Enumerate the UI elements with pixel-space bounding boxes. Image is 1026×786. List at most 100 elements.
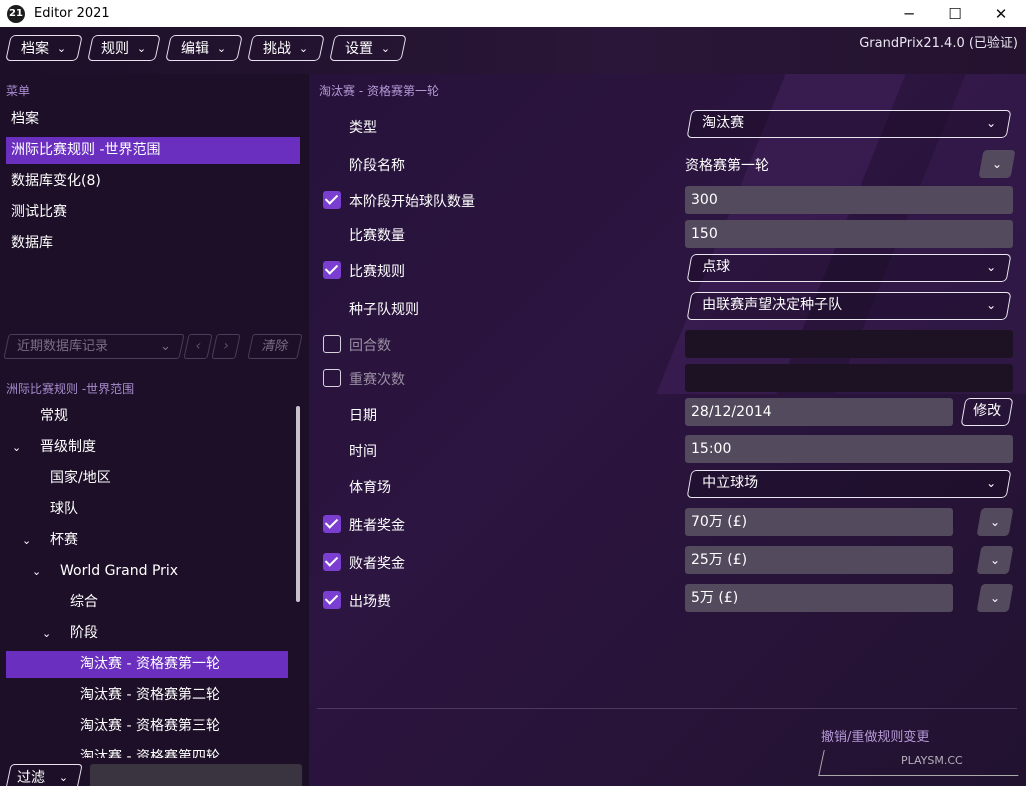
type-label: 类型 bbox=[349, 120, 377, 136]
appearance-fee-label: 出场费 bbox=[349, 594, 391, 610]
settings-menu-button[interactable]: 设置 ⌄ bbox=[329, 35, 407, 61]
tree-item-qualifier-round-4[interactable]: 淘汰赛 - 资格赛第四轮 bbox=[80, 744, 220, 758]
chevron-down-icon: ⌄ bbox=[57, 41, 67, 55]
match-rules-label: 比赛规则 bbox=[349, 264, 405, 280]
winner-prize-label: 胜者奖金 bbox=[349, 518, 405, 534]
rounds-checkbox[interactable] bbox=[323, 335, 341, 353]
tree-item-qualifier-round-2[interactable]: 淘汰赛 - 资格赛第二轮 bbox=[80, 682, 220, 709]
stage-name-label: 阶段名称 bbox=[349, 158, 405, 174]
tree-section-title: 洲际比赛规则 -世界范围 bbox=[6, 382, 135, 396]
menu-item-file[interactable]: 档案 bbox=[6, 106, 300, 133]
rounds-label: 回合数 bbox=[349, 338, 391, 354]
filter-input[interactable] bbox=[90, 764, 302, 786]
menu-section-title: 菜单 bbox=[6, 84, 31, 98]
edit-menu-button[interactable]: 编辑 ⌄ bbox=[165, 35, 243, 61]
appearance-fee-checkbox[interactable] bbox=[323, 591, 341, 609]
match-rules-checkbox[interactable] bbox=[323, 261, 341, 279]
rounds-input[interactable] bbox=[685, 330, 1013, 358]
teams-checkbox[interactable] bbox=[323, 191, 341, 209]
tree-item-qualifier-round-1[interactable]: 淘汰赛 - 资格赛第一轮 bbox=[80, 651, 220, 678]
window-title: Editor 2021 bbox=[34, 6, 110, 21]
tree-item-nations[interactable]: 国家/地区 bbox=[50, 465, 111, 492]
chevron-down-icon: ⌄ bbox=[989, 553, 1001, 567]
teams-label: 本阶段开始球队数量 bbox=[349, 194, 475, 210]
modify-date-button[interactable]: 修改 bbox=[960, 398, 1014, 426]
file-menu-button[interactable]: 档案 ⌄ bbox=[5, 35, 83, 61]
winner-prize-input[interactable]: 70万 (£) bbox=[685, 508, 953, 536]
appearance-fee-dropdown[interactable]: ⌄ bbox=[976, 584, 1014, 612]
tree-scrollbar[interactable] bbox=[296, 406, 300, 602]
panel-title: 淘汰赛 - 资格赛第一轮 bbox=[319, 84, 439, 98]
tree-item-qualifier-round-3[interactable]: 淘汰赛 - 资格赛第三轮 bbox=[80, 713, 220, 740]
chevron-down-icon: ⌄ bbox=[986, 298, 997, 312]
replays-checkbox[interactable] bbox=[323, 369, 341, 387]
main-toolbar: 档案 ⌄ 规则 ⌄ 编辑 ⌄ 挑战 ⌄ 设置 ⌄ GrandPrix21.4.0 (已验证… bbox=[0, 27, 1026, 74]
appearance-fee-input[interactable]: 5万 (£) bbox=[685, 584, 953, 612]
tree-item-world-grand-prix[interactable]: ⌄ World Grand Prix bbox=[32, 558, 178, 585]
chevron-down-icon: ⌄ bbox=[991, 157, 1003, 171]
menu-item-continental-rules[interactable]: 洲际比赛规则 -世界范围 bbox=[6, 137, 300, 164]
loser-prize-checkbox[interactable] bbox=[323, 553, 341, 571]
watermark: PLAYSM.CC bbox=[901, 754, 963, 767]
stadium-select[interactable]: 中立球场 ⌄ bbox=[686, 470, 1012, 498]
chevron-down-icon: ⌄ bbox=[989, 515, 1001, 529]
matches-label: 比赛数量 bbox=[349, 228, 405, 244]
winner-prize-dropdown[interactable]: ⌄ bbox=[976, 508, 1014, 536]
chevron-down-icon[interactable]: ⌄ bbox=[12, 434, 30, 461]
chevron-down-icon[interactable]: ⌄ bbox=[42, 620, 60, 647]
stage-editor-panel: 淘汰赛 - 资格赛第一轮 类型 淘汰赛 ⌄ 阶段名称 资格赛第一轮 ⌄ 本阶段开始… bbox=[309, 74, 1026, 786]
stadium-label: 体育场 bbox=[349, 480, 391, 496]
menu-item-db-changes[interactable]: 数据库变化(8) bbox=[6, 168, 300, 195]
loser-prize-input[interactable]: 25万 (£) bbox=[685, 546, 953, 574]
chevron-down-icon: ⌄ bbox=[217, 41, 227, 55]
close-button[interactable]: ✕ bbox=[978, 0, 1024, 27]
app-logo-icon: 21 bbox=[7, 4, 25, 23]
menu-item-test-match[interactable]: 测试比赛 bbox=[6, 199, 300, 226]
tree-item-stages[interactable]: ⌄ 阶段 bbox=[42, 620, 98, 647]
chevron-down-icon: ⌄ bbox=[989, 591, 1001, 605]
chevron-down-icon: ⌄ bbox=[986, 476, 997, 490]
maximize-button[interactable]: ☐ bbox=[932, 0, 978, 27]
undo-redo-link[interactable]: 撤销/重做规则变更 bbox=[821, 726, 929, 745]
tree-item-overview[interactable]: 综合 bbox=[70, 589, 98, 616]
title-bar: 21 Editor 2021 ─ ☐ ✕ bbox=[0, 0, 1026, 27]
teams-input[interactable]: 300 bbox=[685, 186, 1013, 214]
loser-prize-dropdown[interactable]: ⌄ bbox=[976, 546, 1014, 574]
seed-rules-select[interactable]: 由联赛声望决定种子队 ⌄ bbox=[686, 292, 1012, 320]
menu-item-database[interactable]: 数据库 bbox=[6, 230, 300, 257]
chevron-down-icon[interactable]: ⌄ bbox=[22, 527, 40, 554]
chevron-down-icon: ⌄ bbox=[381, 41, 391, 55]
chevron-down-icon: ⌄ bbox=[986, 116, 997, 130]
chevron-down-icon[interactable]: ⌄ bbox=[32, 558, 50, 585]
divider bbox=[317, 708, 1017, 709]
back-button[interactable]: ‹ bbox=[183, 334, 213, 359]
date-input[interactable]: 28/12/2014 bbox=[685, 398, 953, 426]
winner-prize-checkbox[interactable] bbox=[323, 515, 341, 533]
match-rules-select[interactable]: 点球 ⌄ bbox=[686, 254, 1012, 282]
clear-button[interactable]: 清除 bbox=[247, 334, 303, 359]
chevron-down-icon: ⌄ bbox=[299, 41, 309, 55]
stage-name-dropdown[interactable]: ⌄ bbox=[978, 150, 1016, 178]
chevron-down-icon: ⌄ bbox=[59, 770, 69, 784]
seed-rules-label: 种子队规则 bbox=[349, 302, 419, 318]
challenge-menu-button[interactable]: 挑战 ⌄ bbox=[247, 35, 325, 61]
tree-item-general[interactable]: 常规 bbox=[40, 403, 68, 430]
loser-prize-label: 败者奖金 bbox=[349, 556, 405, 572]
type-select[interactable]: 淘汰赛 ⌄ bbox=[686, 110, 1012, 138]
stage-name-value: 资格赛第一轮 bbox=[685, 158, 769, 174]
forward-button[interactable]: › bbox=[211, 334, 241, 359]
chevron-down-icon: ⌄ bbox=[160, 339, 171, 354]
filter-button[interactable]: 过滤 ⌄ bbox=[5, 764, 83, 786]
time-input[interactable]: 15:00 bbox=[685, 435, 1013, 463]
tree-item-teams[interactable]: 球队 bbox=[50, 496, 78, 523]
chevron-down-icon: ⌄ bbox=[986, 260, 997, 274]
time-label: 时间 bbox=[349, 444, 377, 460]
minimize-button[interactable]: ─ bbox=[886, 0, 932, 27]
replays-input[interactable] bbox=[685, 364, 1013, 392]
tree-item-promotion[interactable]: ⌄ 晋级制度 bbox=[12, 434, 96, 461]
recent-records-dropdown[interactable]: 近期数据库记录 ⌄ bbox=[3, 334, 185, 359]
rules-menu-button[interactable]: 规则 ⌄ bbox=[87, 35, 161, 61]
matches-input[interactable]: 150 bbox=[685, 220, 1013, 248]
tree-item-cups[interactable]: ⌄ 杯赛 bbox=[22, 527, 78, 554]
version-label: GrandPrix21.4.0 (已验证) bbox=[859, 36, 1018, 51]
